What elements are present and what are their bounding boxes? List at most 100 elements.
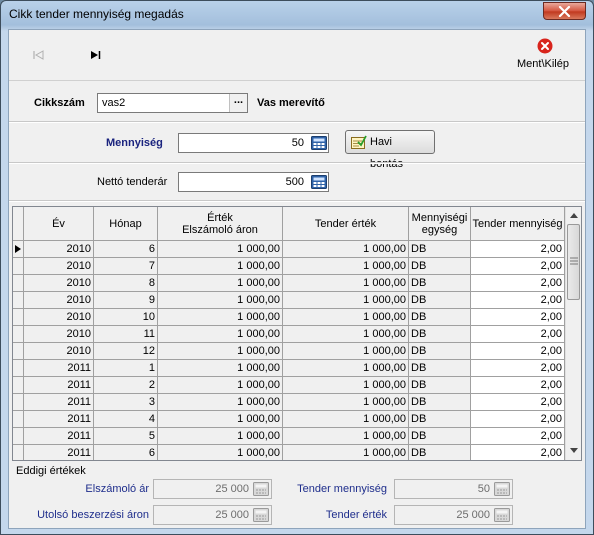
row-indicator[interactable] [13, 241, 24, 258]
cell-tender-ertek[interactable]: 1 000,00 [283, 241, 409, 258]
row-indicator[interactable] [13, 309, 24, 326]
cell-ev[interactable]: 2010 [24, 241, 94, 258]
cell-egyseg[interactable]: DB [409, 411, 471, 428]
title-bar[interactable]: Cikk tender mennyiség megadás [1, 1, 593, 27]
tender-mennyiseg-summary-field[interactable]: 50 [394, 479, 513, 499]
cell-honap[interactable]: 6 [94, 241, 158, 258]
cell-tender-mennyiseg[interactable]: 2,00 [471, 343, 565, 360]
first-record-icon[interactable] [33, 50, 45, 60]
table-row[interactable]: 2011 3 1 000,00 1 000,00 DB 2,00 [13, 394, 565, 411]
netto-tenderar-input[interactable]: 500 [178, 172, 329, 192]
row-indicator[interactable] [13, 377, 24, 394]
cell-egyseg[interactable]: DB [409, 258, 471, 275]
cell-egyseg[interactable]: DB [409, 292, 471, 309]
cell-tender-mennyiseg[interactable]: 2,00 [471, 377, 565, 394]
cell-honap[interactable]: 6 [94, 445, 158, 460]
cell-egyseg[interactable]: DB [409, 428, 471, 445]
cell-egyseg[interactable]: DB [409, 275, 471, 292]
cell-tender-mennyiseg[interactable]: 2,00 [471, 394, 565, 411]
cell-ertek[interactable]: 1 000,00 [158, 428, 283, 445]
scroll-up-icon[interactable] [570, 212, 578, 218]
cell-ertek[interactable]: 1 000,00 [158, 360, 283, 377]
table-row[interactable]: 2011 6 1 000,00 1 000,00 DB 2,00 [13, 445, 565, 460]
table-row[interactable]: 2011 1 1 000,00 1 000,00 DB 2,00 [13, 360, 565, 377]
cell-ev[interactable]: 2011 [24, 360, 94, 377]
cell-ev[interactable]: 2011 [24, 377, 94, 394]
cell-ertek[interactable]: 1 000,00 [158, 445, 283, 460]
row-indicator[interactable] [13, 360, 24, 377]
cell-tender-ertek[interactable]: 1 000,00 [283, 428, 409, 445]
cell-honap[interactable]: 8 [94, 275, 158, 292]
cell-tender-ertek[interactable]: 1 000,00 [283, 309, 409, 326]
cell-tender-mennyiseg[interactable]: 2,00 [471, 275, 565, 292]
cell-ev[interactable]: 2010 [24, 326, 94, 343]
cell-tender-ertek[interactable]: 1 000,00 [283, 292, 409, 309]
table-row[interactable]: 2010 8 1 000,00 1 000,00 DB 2,00 [13, 275, 565, 292]
row-indicator[interactable] [13, 394, 24, 411]
cikkszam-input[interactable]: vas2 ... [97, 93, 248, 113]
table-row[interactable]: 2010 9 1 000,00 1 000,00 DB 2,00 [13, 292, 565, 309]
table-row[interactable]: 2010 10 1 000,00 1 000,00 DB 2,00 [13, 309, 565, 326]
cell-egyseg[interactable]: DB [409, 360, 471, 377]
cell-tender-mennyiseg[interactable]: 2,00 [471, 292, 565, 309]
cell-tender-ertek[interactable]: 1 000,00 [283, 377, 409, 394]
cell-tender-ertek[interactable]: 1 000,00 [283, 360, 409, 377]
table-row[interactable]: 2011 4 1 000,00 1 000,00 DB 2,00 [13, 411, 565, 428]
cell-egyseg[interactable]: DB [409, 377, 471, 394]
table-row[interactable]: 2010 6 1 000,00 1 000,00 DB 2,00 [13, 241, 565, 258]
cell-tender-mennyiseg[interactable]: 2,00 [471, 258, 565, 275]
last-record-icon[interactable] [89, 50, 101, 60]
cell-tender-ertek[interactable]: 1 000,00 [283, 394, 409, 411]
cell-ertek[interactable]: 1 000,00 [158, 377, 283, 394]
cell-ev[interactable]: 2011 [24, 394, 94, 411]
cell-honap[interactable]: 5 [94, 428, 158, 445]
cell-honap[interactable]: 10 [94, 309, 158, 326]
cell-honap[interactable]: 1 [94, 360, 158, 377]
cell-ertek[interactable]: 1 000,00 [158, 275, 283, 292]
cell-ev[interactable]: 2011 [24, 445, 94, 460]
row-indicator[interactable] [13, 445, 24, 460]
table-row[interactable]: 2010 12 1 000,00 1 000,00 DB 2,00 [13, 343, 565, 360]
header-ertek[interactable]: Érték Elszámoló áron [158, 207, 283, 241]
window-close-button[interactable] [543, 2, 586, 20]
cell-egyseg[interactable]: DB [409, 326, 471, 343]
cell-tender-mennyiseg[interactable]: 2,00 [471, 326, 565, 343]
row-indicator[interactable] [13, 326, 24, 343]
row-indicator[interactable] [13, 292, 24, 309]
cell-tender-mennyiseg[interactable]: 2,00 [471, 411, 565, 428]
save-exit-button[interactable]: Ment\Kilép [517, 38, 573, 76]
cell-ev[interactable]: 2010 [24, 343, 94, 360]
header-tender-ertek[interactable]: Tender érték [283, 207, 409, 241]
elszamolo-ar-field[interactable]: 25 000 [153, 479, 272, 499]
cell-tender-ertek[interactable]: 1 000,00 [283, 445, 409, 460]
cell-honap[interactable]: 11 [94, 326, 158, 343]
cell-ertek[interactable]: 1 000,00 [158, 309, 283, 326]
cell-honap[interactable]: 3 [94, 394, 158, 411]
cell-egyseg[interactable]: DB [409, 394, 471, 411]
header-honap[interactable]: Hónap [94, 207, 158, 241]
cell-honap[interactable]: 4 [94, 411, 158, 428]
cell-honap[interactable]: 2 [94, 377, 158, 394]
cell-egyseg[interactable]: DB [409, 343, 471, 360]
cell-tender-mennyiseg[interactable]: 2,00 [471, 428, 565, 445]
row-indicator[interactable] [13, 411, 24, 428]
cell-egyseg[interactable]: DB [409, 241, 471, 258]
utolso-beszerzesi-field[interactable]: 25 000 [153, 505, 272, 525]
cell-honap[interactable]: 9 [94, 292, 158, 309]
cell-ertek[interactable]: 1 000,00 [158, 394, 283, 411]
header-mennyisegi-egyseg[interactable]: Mennyiségi egység [409, 207, 471, 241]
table-row[interactable]: 2010 7 1 000,00 1 000,00 DB 2,00 [13, 258, 565, 275]
cell-ertek[interactable]: 1 000,00 [158, 292, 283, 309]
cell-ev[interactable]: 2010 [24, 258, 94, 275]
cell-ertek[interactable]: 1 000,00 [158, 411, 283, 428]
header-tender-mennyiseg[interactable]: Tender mennyiség [471, 207, 565, 241]
cell-tender-mennyiseg[interactable]: 2,00 [471, 445, 565, 460]
cell-ertek[interactable]: 1 000,00 [158, 241, 283, 258]
cell-tender-ertek[interactable]: 1 000,00 [283, 258, 409, 275]
cikkszam-lookup-button[interactable]: ... [229, 94, 247, 112]
cell-tender-ertek[interactable]: 1 000,00 [283, 326, 409, 343]
row-indicator[interactable] [13, 258, 24, 275]
cell-ev[interactable]: 2010 [24, 309, 94, 326]
cell-honap[interactable]: 12 [94, 343, 158, 360]
cell-ev[interactable]: 2011 [24, 411, 94, 428]
